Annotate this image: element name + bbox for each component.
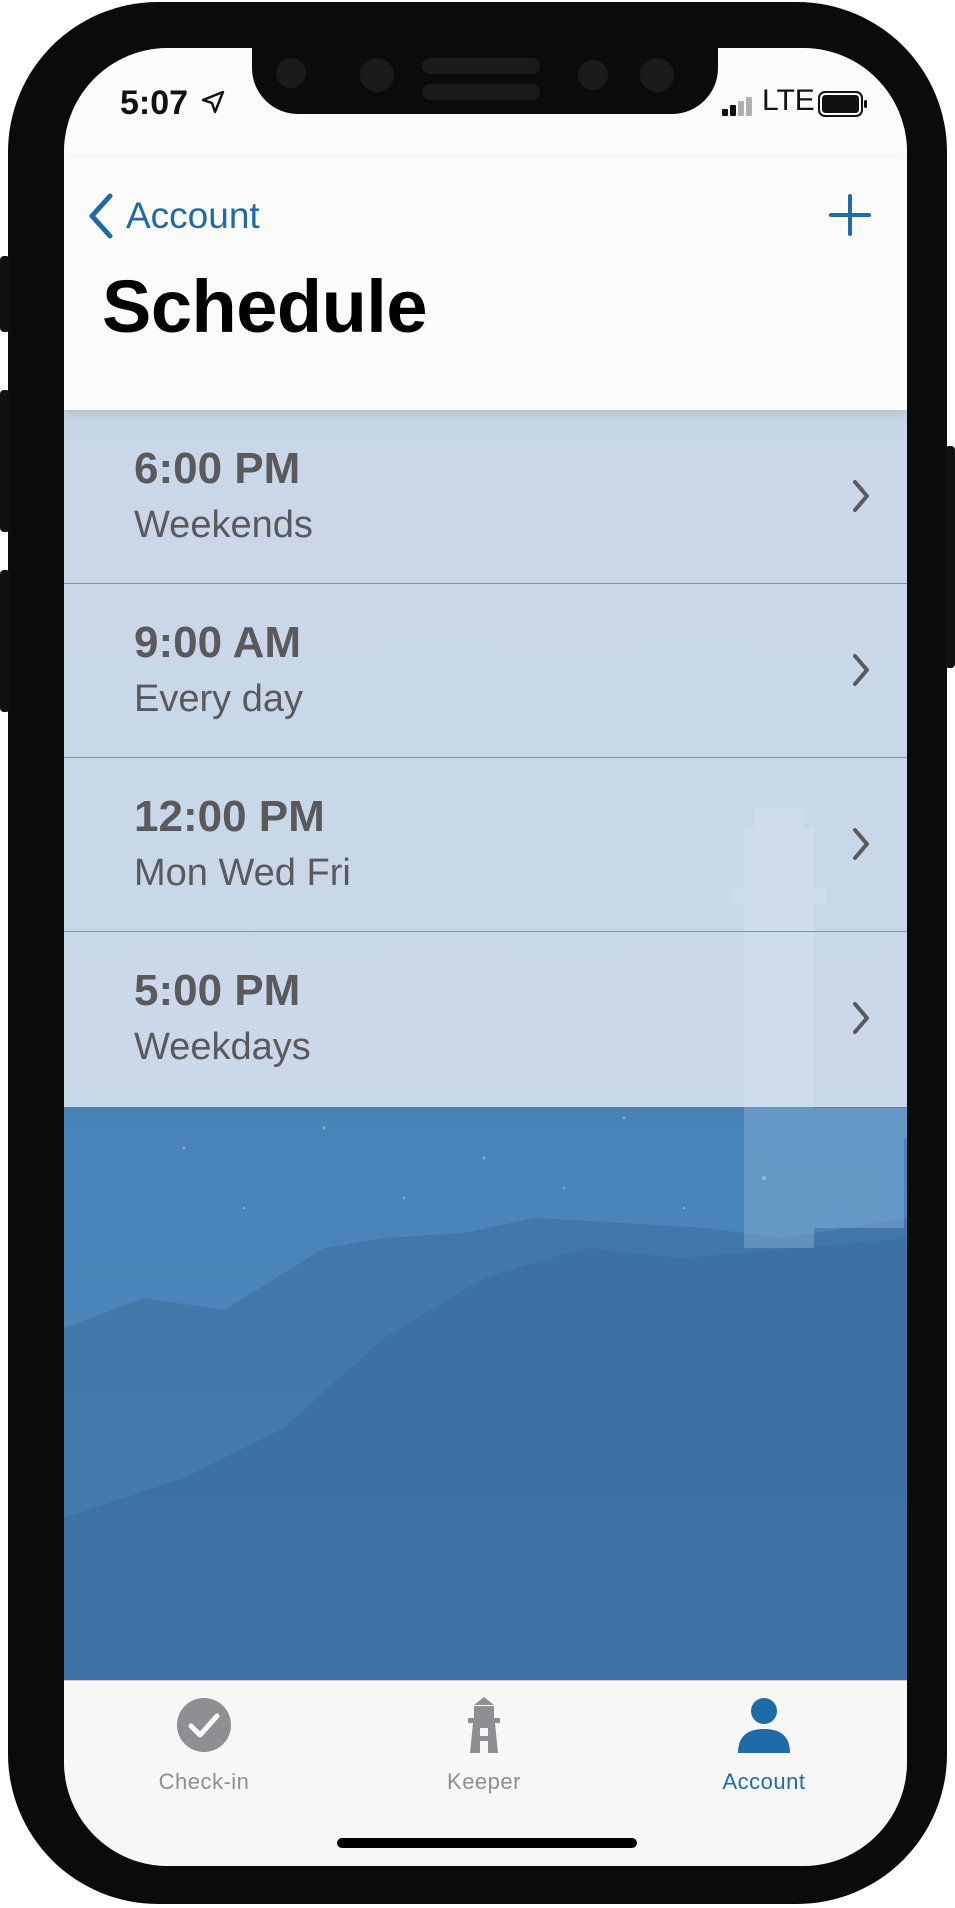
list-item[interactable]: 6:00 PM Weekends <box>64 410 907 584</box>
chevron-right-icon <box>853 828 869 860</box>
tab-label: Keeper <box>447 1769 521 1794</box>
speaker-grille <box>422 58 540 74</box>
back-label: Account <box>126 195 260 236</box>
schedule-days: Mon Wed Fri <box>134 852 351 894</box>
chevron-right-icon <box>853 1002 869 1034</box>
tab-label: Account <box>722 1769 806 1794</box>
silent-switch <box>0 256 10 332</box>
speaker-grille-lower <box>422 84 540 100</box>
navigation-bar: Account Schedule <box>64 158 907 410</box>
list-item[interactable]: 5:00 PM Weekdays <box>64 932 907 1107</box>
proximity-sensor <box>578 60 608 90</box>
schedule-list: 6:00 PM Weekends 9:00 AM Every day 12:00… <box>64 410 907 1107</box>
status-time: 5:07 <box>120 84 189 122</box>
front-camera <box>360 58 394 92</box>
tab-keeper[interactable]: Keeper <box>384 1695 584 1805</box>
person-icon <box>738 1698 790 1753</box>
battery-icon <box>818 91 867 117</box>
chevron-right-icon <box>853 480 869 512</box>
network-type: LTE <box>762 84 815 117</box>
schedule-time: 6:00 PM <box>134 444 301 493</box>
schedule-time: 9:00 AM <box>134 618 302 667</box>
schedule-days: Every day <box>134 678 303 720</box>
page-title: Schedule <box>102 265 428 348</box>
location-arrow-icon <box>201 90 225 114</box>
signal-bars-icon <box>722 97 752 116</box>
schedule-days: Weekends <box>134 504 313 546</box>
plus-icon[interactable] <box>829 194 871 236</box>
sensor <box>276 58 306 88</box>
chevron-right-icon <box>853 654 869 686</box>
volume-down-button <box>0 570 10 712</box>
schedule-time: 5:00 PM <box>134 966 301 1015</box>
schedule-time: 12:00 PM <box>134 792 325 841</box>
tab-account[interactable]: Account <box>664 1695 864 1805</box>
checkmark-circle-icon <box>177 1698 231 1752</box>
flood-illuminator <box>640 58 674 92</box>
home-indicator[interactable] <box>337 1838 637 1848</box>
screen: 5:07 LTE Account Schedule 6:00 PM Weeken… <box>64 48 907 1866</box>
power-button <box>945 446 955 668</box>
volume-up-button <box>0 390 10 532</box>
list-item[interactable]: 9:00 AM Every day <box>64 584 907 758</box>
chevron-left-icon <box>89 193 113 239</box>
list-item[interactable]: 12:00 PM Mon Wed Fri <box>64 758 907 932</box>
tab-label: Check-in <box>158 1769 250 1794</box>
lighthouse-icon <box>468 1697 500 1753</box>
back-button[interactable]: Account <box>86 188 260 244</box>
phone-frame: 5:07 LTE Account Schedule 6:00 PM Weeken… <box>0 2 955 1904</box>
tab-check-in[interactable]: Check-in <box>104 1695 304 1805</box>
schedule-days: Weekdays <box>134 1026 311 1068</box>
notch <box>252 48 718 114</box>
